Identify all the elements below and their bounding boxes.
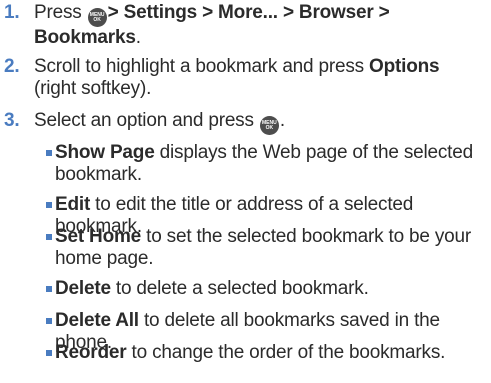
option-desc: to change the order of the bookmarks. bbox=[126, 342, 446, 363]
step-3: 3. Select an option and press MENU OK. bbox=[4, 110, 484, 135]
step-text: Press MENU OK > Settings > More... > Brows… bbox=[34, 2, 484, 49]
menu-ok-key-icon: MENU OK bbox=[87, 8, 107, 27]
step-text-pre: Press bbox=[34, 2, 82, 23]
option-name: Show Page bbox=[55, 142, 155, 163]
step-1: 1. Press MENU OK > Settings > More... > Br… bbox=[4, 2, 484, 49]
option-set-home: Set Home to set the selected bookmark to… bbox=[46, 226, 486, 270]
bullet-square-icon bbox=[46, 234, 52, 240]
step-2: 2. Scroll to highlight a bookmark and pr… bbox=[4, 56, 484, 100]
step-number: 3. bbox=[4, 110, 20, 131]
option-text: Show Page displays the Web page of the s… bbox=[55, 142, 486, 186]
step-text: Select an option and press MENU OK. bbox=[34, 110, 484, 135]
step-text-post: (right softkey). bbox=[34, 78, 152, 99]
options-label: Options bbox=[369, 56, 440, 77]
menu-path: > Settings > More... > Browser > Bookmar… bbox=[34, 2, 390, 48]
option-text: Set Home to set the selected bookmark to… bbox=[55, 226, 486, 270]
bullet-square-icon bbox=[46, 150, 52, 156]
step-text-post: . bbox=[135, 27, 141, 48]
step-text-pre: Select an option and press bbox=[34, 110, 254, 131]
step-text: Scroll to highlight a bookmark and press… bbox=[34, 56, 484, 100]
option-name: Delete All bbox=[55, 310, 139, 331]
option-name: Edit bbox=[55, 194, 91, 215]
option-text: Delete to delete a selected bookmark. bbox=[55, 278, 486, 300]
bullet-square-icon bbox=[46, 350, 52, 356]
option-show-page: Show Page displays the Web page of the s… bbox=[46, 142, 486, 186]
step-text-post: . bbox=[279, 110, 285, 131]
option-desc: to delete a selected bookmark. bbox=[110, 278, 369, 299]
instruction-document: 1. Press MENU OK > Settings > More... > Br… bbox=[0, 0, 491, 383]
bullet-square-icon bbox=[46, 202, 52, 208]
option-text: Reorder to change the order of the bookm… bbox=[55, 342, 486, 364]
menu-ok-key-icon: MENU OK bbox=[259, 116, 279, 135]
step-number: 2. bbox=[4, 56, 20, 77]
option-name: Set Home bbox=[55, 226, 142, 247]
step-number: 1. bbox=[4, 2, 20, 23]
bullet-square-icon bbox=[46, 286, 52, 292]
option-reorder: Reorder to change the order of the bookm… bbox=[46, 342, 486, 364]
option-delete: Delete to delete a selected bookmark. bbox=[46, 278, 486, 300]
option-name: Delete bbox=[55, 278, 111, 299]
step-text-pre: Scroll to highlight a bookmark and press bbox=[34, 56, 370, 77]
bullet-square-icon bbox=[46, 318, 52, 324]
option-name: Reorder bbox=[55, 342, 127, 363]
